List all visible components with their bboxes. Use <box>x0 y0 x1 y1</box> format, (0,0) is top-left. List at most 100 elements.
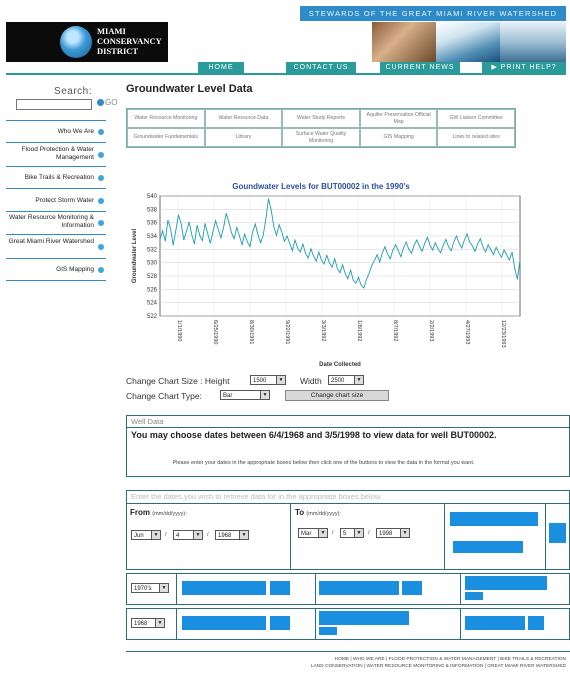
to-month-select[interactable]: Mar ▼ <box>298 528 328 538</box>
view-table-button[interactable] <box>453 541 523 553</box>
year-select[interactable]: 1968 ▼ <box>131 618 165 628</box>
sidebar-item-bike-trails[interactable]: Bike Trails & Recreation <box>6 174 94 182</box>
chart-width-label: Width <box>300 376 322 386</box>
year-alt-button[interactable] <box>465 616 525 630</box>
nav-divider <box>6 73 566 75</box>
search-go-button[interactable]: GO <box>97 98 117 107</box>
footer-links-line1[interactable]: HOME | WHO WE ARE | FLOOD PROTECTION & W… <box>126 656 566 663</box>
decade-extra-button[interactable] <box>402 581 422 595</box>
year-chart-button[interactable] <box>182 616 266 630</box>
row-divider <box>315 608 316 640</box>
date-form-heading: Enter the dates you wish to retrieve dat… <box>131 492 382 501</box>
row-divider <box>176 573 177 605</box>
groundwater-chart: 540 538 536 534 532 530 528 526 524 522 1/1/1990 6/… <box>132 194 521 368</box>
water-drop-logo-icon <box>60 26 92 58</box>
header-photo-winter <box>500 22 566 62</box>
bullet-icon <box>98 152 104 158</box>
year-alt-small-button[interactable] <box>528 616 544 630</box>
to-day-select[interactable]: 5 ▼ <box>340 528 364 538</box>
link-gw-liaison-committee[interactable]: GW Liaison Committee <box>437 109 515 128</box>
nav-print-help[interactable]: ▶ PRINT HELP? <box>482 62 566 73</box>
y-tick-label: 524 <box>147 301 158 307</box>
link-water-resource-monitoring[interactable]: Water Resource Monitoring <box>127 109 205 128</box>
link-groundwater-fundamentals[interactable]: Groundwater Fundamentals <box>127 128 205 147</box>
to-buttons-divider <box>444 503 445 570</box>
nav-home[interactable]: HOME <box>198 62 244 73</box>
tagline: STEWARDS OF THE GREAT MIAMI RIVER WATERS… <box>308 9 558 18</box>
to-year-select[interactable]: 1998 ▼ <box>376 528 410 538</box>
footer-links: HOME | WHO WE ARE | FLOOD PROTECTION & W… <box>126 656 566 670</box>
year-table-small-button[interactable] <box>319 627 337 635</box>
footer-links-line2[interactable]: LAND CONSERVATION | WATER RESOURCE MONIT… <box>126 663 566 670</box>
x-tick-label: 1/8/1992 <box>356 320 362 341</box>
decade-alt-small-button[interactable] <box>465 592 483 600</box>
row-divider <box>460 608 461 640</box>
change-chart-size-button[interactable]: Change chart size <box>285 390 389 401</box>
go-arrow-icon <box>97 99 104 107</box>
y-tick-label: 526 <box>147 287 158 293</box>
from-day-select[interactable]: 4 ▼ <box>173 530 203 540</box>
y-tick-label: 522 <box>147 314 158 320</box>
bullet-icon <box>98 198 104 204</box>
sidebar-divider <box>6 280 106 281</box>
nav-current-news[interactable]: CURRENT NEWS <box>380 62 460 73</box>
year-table-button[interactable] <box>319 611 409 625</box>
chevron-down-icon: ▼ <box>155 619 164 627</box>
sidebar-item-water-resource[interactable]: Water Resource Monitoring & Information <box>6 214 94 230</box>
link-aquifer-preservation-map[interactable]: Aquifer Preservation Official Map <box>359 109 438 128</box>
row-divider <box>176 608 177 640</box>
to-label: To (mm/dd/yyyy): <box>295 508 341 517</box>
view-chart-button[interactable] <box>450 512 538 526</box>
chevron-down-icon: ▼ <box>260 391 269 399</box>
sidebar-divider <box>6 166 106 167</box>
chevron-down-icon: ▼ <box>354 529 363 537</box>
year-download-button[interactable] <box>270 616 290 630</box>
from-year-select[interactable]: 1968 ▼ <box>215 530 249 540</box>
sidebar-item-who-we-are[interactable]: Who We Are <box>6 128 94 136</box>
sidebar-divider <box>6 142 106 143</box>
chart-type-select[interactable]: Bar ▼ <box>220 390 270 400</box>
x-tick-label: 8/7/1992 <box>392 320 398 341</box>
resource-links-table: Water Resource Monitoring Water Resource… <box>126 108 516 148</box>
nav-contact-us[interactable]: CONTACT US <box>286 62 356 73</box>
from-month-select[interactable]: Jun ▼ <box>131 530 161 540</box>
bullet-icon <box>98 267 104 273</box>
decade-chart-button[interactable] <box>182 581 266 595</box>
chart-size-label: Change Chart Size : Height <box>126 376 230 386</box>
decade-alt-button[interactable] <box>465 576 547 590</box>
y-tick-label: 538 <box>147 207 158 213</box>
y-tick-label: 528 <box>147 274 158 280</box>
sidebar-item-storm-water[interactable]: Protect Storm Water <box>6 197 94 205</box>
sidebar-item-gis-mapping[interactable]: GIS Mapping <box>6 266 94 274</box>
x-tick-label: 2/2/1993 <box>428 320 434 341</box>
chevron-down-icon: ▼ <box>276 376 285 384</box>
download-button[interactable] <box>549 523 566 543</box>
decade-download-button[interactable] <box>270 581 290 595</box>
sidebar-divider <box>6 188 106 189</box>
link-water-study-reports[interactable]: Water Study Reports <box>282 109 360 128</box>
link-gis-mapping[interactable]: GIS Mapping <box>359 128 438 147</box>
footer-divider <box>126 651 570 652</box>
chart-type-label: Change Chart Type: <box>126 391 202 401</box>
link-surface-water-quality[interactable]: Surface Water Quality Monitoring <box>282 128 360 147</box>
date-separator: / <box>368 530 370 536</box>
chevron-down-icon: ▼ <box>239 531 248 539</box>
search-input[interactable] <box>16 99 92 110</box>
sidebar-item-great-miami-river[interactable]: Great Miami River Watershed <box>6 238 94 246</box>
sidebar-item-flood-protection[interactable]: Flood Protection & Water Management <box>6 146 94 162</box>
y-tick-label: 530 <box>147 261 158 267</box>
link-library[interactable]: Library <box>204 128 283 147</box>
page-title: Groundwater Level Data <box>126 83 253 95</box>
decade-select[interactable]: 1970's ▼ <box>131 583 169 593</box>
link-water-resource-data[interactable]: Water Resource Data <box>204 109 283 128</box>
header-photo-child <box>372 22 436 62</box>
y-tick-label: 536 <box>147 221 158 227</box>
chevron-down-icon: ▼ <box>400 529 409 537</box>
chart-height-select[interactable]: 1500 ▼ <box>250 375 286 385</box>
buttons-divider <box>545 503 546 570</box>
decade-table-button[interactable] <box>319 581 399 595</box>
link-related-sites[interactable]: Links to related sites <box>437 128 515 147</box>
chart-width-select[interactable]: 2500 ▼ <box>328 375 364 385</box>
date-separator: / <box>207 532 209 538</box>
y-axis-label: Groundwater Level <box>132 229 138 284</box>
